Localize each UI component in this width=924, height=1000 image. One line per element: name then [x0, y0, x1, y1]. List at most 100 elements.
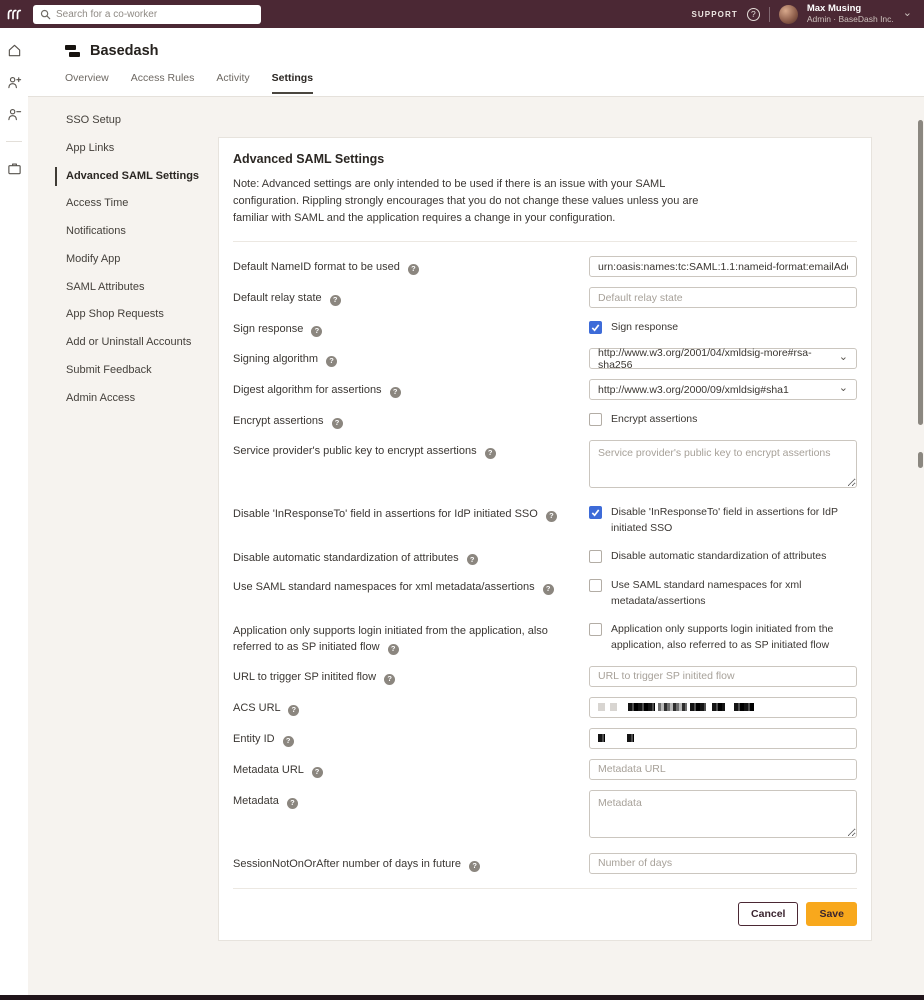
- field-label-digest-algorithm: Digest algorithm for assertions ?: [233, 379, 589, 400]
- search-input[interactable]: [56, 9, 254, 20]
- form-row-metadata-url: Metadata URL ?: [233, 759, 857, 780]
- subnav-item-sso-setup[interactable]: SSO Setup: [55, 111, 218, 131]
- form-row-default-relay-state: Default relay state ?: [233, 287, 857, 308]
- field-label-metadata: Metadata ?: [233, 790, 589, 843]
- divider: [769, 7, 770, 22]
- field-label-disable-auto-standardization: Disable automatic standardization of att…: [233, 547, 589, 567]
- help-icon[interactable]: ?: [311, 326, 322, 337]
- user-role: Admin · BaseDash Inc.: [807, 15, 894, 25]
- field-label-sign-response: Sign response ?: [233, 318, 589, 338]
- panel-title: Advanced SAML Settings: [233, 152, 857, 166]
- entity-id-input[interactable]: [589, 728, 857, 749]
- user-info[interactable]: Max Musing Admin · BaseDash Inc.: [807, 4, 894, 25]
- use-saml-namespaces-checkbox[interactable]: [589, 579, 602, 592]
- field-label-default-relay-state: Default relay state ?: [233, 287, 589, 308]
- save-button[interactable]: Save: [806, 902, 857, 926]
- help-icon[interactable]: ?: [330, 295, 341, 306]
- settings-subnav: SSO Setup App Links Advanced SAML Settings…: [28, 97, 218, 416]
- subnav-item-app-links[interactable]: App Links: [55, 139, 218, 159]
- help-icon[interactable]: ?: [332, 418, 343, 429]
- help-icon[interactable]: ?: [312, 767, 323, 778]
- tab-access-rules[interactable]: Access Rules: [131, 72, 195, 94]
- help-icon[interactable]: ?: [388, 644, 399, 655]
- add-person-icon[interactable]: [7, 75, 22, 90]
- help-icon[interactable]: ?: [467, 554, 478, 565]
- help-icon[interactable]: ?: [283, 736, 294, 747]
- help-icon[interactable]: ?: [390, 387, 401, 398]
- encrypt-assertions-checkbox[interactable]: [589, 413, 602, 426]
- form-fields: Default NameID format to be used ? Defaul…: [233, 256, 857, 874]
- subnav-item-saml-attributes[interactable]: SAML Attributes: [55, 278, 218, 298]
- rippling-logo-icon: [6, 6, 22, 22]
- left-rail: [0, 28, 28, 995]
- subnav-item-advanced-saml-settings[interactable]: Advanced SAML Settings: [55, 167, 218, 187]
- select-value: http://www.w3.org/2000/09/xmldsig#sha1: [598, 384, 789, 396]
- vertical-scrollbar-thumb[interactable]: [918, 120, 923, 425]
- default-nameid-format-input[interactable]: [589, 256, 857, 277]
- subnav-item-admin-access[interactable]: Admin Access: [55, 389, 218, 409]
- sp-initiated-only-checkbox[interactable]: [589, 623, 602, 636]
- briefcase-icon[interactable]: [7, 161, 22, 176]
- user-avatar[interactable]: [779, 5, 798, 24]
- user-name: Max Musing: [807, 4, 894, 15]
- form-row-sp-initiated-url: URL to trigger SP initited flow ?: [233, 666, 857, 687]
- form-row-acs-url: ACS URL ?: [233, 697, 857, 718]
- signing-algorithm-select[interactable]: http://www.w3.org/2001/04/xmldsig-more#r…: [589, 348, 857, 369]
- help-circle-icon[interactable]: ?: [747, 8, 760, 21]
- panel-note: Note: Advanced settings are only intende…: [233, 176, 715, 227]
- help-icon[interactable]: ?: [384, 674, 395, 685]
- tab-settings[interactable]: Settings: [272, 72, 313, 94]
- default-relay-state-input[interactable]: [589, 287, 857, 308]
- search-icon: [40, 9, 51, 20]
- disable-auto-standardization-checkbox[interactable]: [589, 550, 602, 563]
- disable-inresponseto-checkbox[interactable]: [589, 506, 602, 519]
- subnav-item-add-or-uninstall-accounts[interactable]: Add or Uninstall Accounts: [55, 333, 218, 353]
- sp-initiated-url-input[interactable]: [589, 666, 857, 687]
- basedash-logo-icon: [65, 44, 80, 59]
- checkbox-label: Disable 'InResponseTo' field in assertio…: [611, 505, 857, 537]
- panel-footer: Cancel Save: [233, 888, 857, 926]
- tab-overview[interactable]: Overview: [65, 72, 109, 94]
- help-icon[interactable]: ?: [469, 861, 480, 872]
- sp-public-key-textarea[interactable]: [589, 440, 857, 488]
- subnav-item-app-shop-requests[interactable]: App Shop Requests: [55, 305, 218, 325]
- help-icon[interactable]: ?: [485, 448, 496, 459]
- screen: SUPPORT ? Max Musing Admin · BaseDash In…: [0, 0, 924, 1000]
- metadata-url-input[interactable]: [589, 759, 857, 780]
- form-row-metadata: Metadata ?: [233, 790, 857, 843]
- subnav-item-notifications[interactable]: Notifications: [55, 222, 218, 242]
- acs-url-input[interactable]: [589, 697, 857, 718]
- form-row-sign-response: Sign response ?Sign response: [233, 318, 857, 338]
- help-icon[interactable]: ?: [543, 584, 554, 595]
- subnav-item-submit-feedback[interactable]: Submit Feedback: [55, 361, 218, 381]
- field-label-acs-url: ACS URL ?: [233, 697, 589, 718]
- cancel-button[interactable]: Cancel: [738, 902, 798, 926]
- help-icon[interactable]: ?: [326, 356, 337, 367]
- field-label-signing-algorithm: Signing algorithm ?: [233, 348, 589, 369]
- help-icon[interactable]: ?: [287, 798, 298, 809]
- redacted-block: [627, 734, 634, 742]
- field-label-sp-public-key: Service provider's public key to encrypt…: [233, 440, 589, 493]
- search-bar[interactable]: [33, 5, 261, 24]
- digest-algorithm-select[interactable]: http://www.w3.org/2000/09/xmldsig#sha1⌄: [589, 379, 857, 400]
- field-label-default-nameid-format: Default NameID format to be used ?: [233, 256, 589, 277]
- field-label-entity-id: Entity ID ?: [233, 728, 589, 749]
- remove-person-icon[interactable]: [7, 107, 22, 122]
- support-link[interactable]: SUPPORT: [691, 10, 737, 19]
- vertical-scrollbar-nub[interactable]: [918, 452, 923, 468]
- help-icon[interactable]: ?: [288, 705, 299, 716]
- help-icon[interactable]: ?: [546, 511, 557, 522]
- metadata-textarea[interactable]: [589, 790, 857, 838]
- subnav-item-access-time[interactable]: Access Time: [55, 194, 218, 214]
- tab-activity[interactable]: Activity: [216, 72, 249, 94]
- form-row-disable-auto-standardization: Disable automatic standardization of att…: [233, 547, 857, 567]
- session-not-on-or-after-input[interactable]: [589, 853, 857, 874]
- chevron-down-icon[interactable]: ⌄: [903, 6, 912, 19]
- redacted-block: [598, 734, 605, 742]
- subnav-item-modify-app[interactable]: Modify App: [55, 250, 218, 270]
- help-icon[interactable]: ?: [408, 264, 419, 275]
- sign-response-checkbox[interactable]: [589, 321, 602, 334]
- home-icon[interactable]: [7, 43, 22, 58]
- rippling-logo[interactable]: [0, 0, 28, 28]
- form-row-disable-inresponseto: Disable 'InResponseTo' field in assertio…: [233, 503, 857, 537]
